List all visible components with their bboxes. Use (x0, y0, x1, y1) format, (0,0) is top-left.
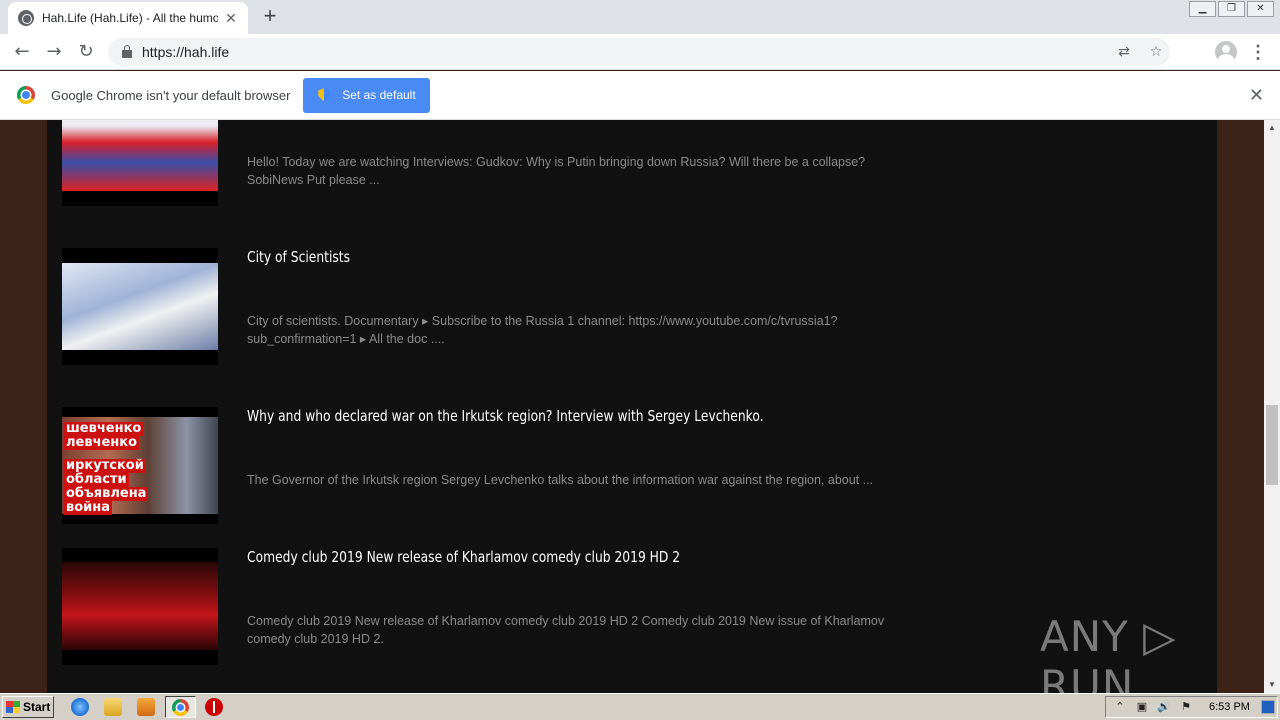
taskbar-clock[interactable]: 6:53 PM (1209, 701, 1250, 713)
scroll-thumb[interactable] (1266, 405, 1278, 485)
video-thumbnail[interactable] (62, 120, 218, 206)
default-browser-infobar: Google Chrome isn't your default browser… (0, 71, 1280, 120)
volume-icon[interactable]: 🔊 (1156, 699, 1172, 715)
uac-shield-icon (318, 88, 331, 102)
thumbnail-caption: объявлена (64, 486, 149, 501)
thumbnail-caption: иркутской (64, 458, 146, 473)
thumbnail-caption: война (64, 500, 113, 515)
bookmark-star-icon[interactable]: ☆ (1146, 42, 1166, 62)
thumbnail-caption: левченко (64, 435, 140, 450)
video-description: Hello! Today we are watching Interviews:… (247, 155, 866, 187)
stop-icon[interactable] (205, 698, 223, 716)
infobar-close-icon[interactable]: ✕ (1249, 85, 1264, 106)
translate-icon[interactable]: ⇄ (1114, 42, 1134, 62)
file-explorer-icon[interactable] (104, 698, 122, 716)
profile-avatar-icon[interactable] (1215, 41, 1237, 63)
globe-icon (18, 10, 34, 26)
web-page: Hello! Today we are watching Interviews:… (0, 120, 1264, 693)
minimize-button[interactable]: ▁ (1189, 1, 1216, 17)
media-player-icon[interactable] (137, 698, 155, 716)
browser-tab[interactable]: Hah.Life (Hah.Life) - All the humor in ✕ (8, 2, 248, 34)
thumbnail-image: шевченко левченко иркутской области объя… (62, 417, 218, 515)
back-button[interactable]: ← (10, 40, 34, 64)
windows-taskbar: Start ⌃ ▣ 🔊 ⚑ 6:53 PM (0, 693, 1280, 720)
address-bar[interactable]: https://hah.life ⇄ ☆ (108, 38, 1170, 66)
set-as-default-button[interactable]: Set as default (303, 77, 431, 113)
set-as-default-label: Set as default (342, 88, 416, 102)
video-thumbnail[interactable] (62, 548, 218, 665)
windows-logo-icon (6, 701, 20, 713)
forward-button[interactable]: → (42, 40, 66, 64)
tab-close-icon[interactable]: ✕ (224, 10, 238, 27)
show-hidden-icons-icon[interactable]: ⌃ (1112, 699, 1128, 715)
window-close-button[interactable]: ✕ (1247, 1, 1274, 17)
thumbnail-image (62, 562, 218, 650)
window-controls: ▁ ❐ ✕ (1187, 1, 1274, 17)
video-title[interactable]: City of Scientists (247, 248, 350, 266)
video-description: Comedy club 2019 New release of Kharlamo… (247, 614, 885, 646)
video-description: City of scientists. Documentary ▸ Subscr… (247, 314, 838, 346)
video-thumbnail[interactable]: шевченко левченко иркутской области объя… (62, 407, 218, 524)
restore-button[interactable]: ❐ (1218, 1, 1245, 17)
new-tab-button[interactable]: + (258, 5, 282, 29)
tab-strip: Hah.Life (Hah.Life) - All the humor in ✕… (0, 0, 1280, 34)
video-title[interactable]: Why and who declared war on the Irkutsk … (247, 407, 764, 425)
scroll-up-icon[interactable]: ▲ (1264, 120, 1280, 136)
thumbnail-image (62, 263, 218, 350)
browser-toolbar: ← → ↻ https://hah.life ⇄ ☆ ⋮ (0, 34, 1280, 70)
reload-button[interactable]: ↻ (74, 40, 98, 64)
url-text[interactable]: https://hah.life (142, 44, 229, 60)
thumbnail-caption: области (64, 472, 129, 487)
system-tray: ⌃ ▣ 🔊 ⚑ 6:53 PM (1105, 696, 1278, 718)
action-center-flag-icon[interactable]: ⚑ (1178, 699, 1194, 715)
internet-explorer-icon[interactable] (71, 698, 89, 716)
show-desktop-icon[interactable] (1261, 700, 1275, 714)
network-icon[interactable]: ▣ (1134, 699, 1150, 715)
thumbnail-image (62, 120, 218, 191)
content-column: Hello! Today we are watching Interviews:… (47, 120, 1217, 693)
taskbar-chrome-button[interactable] (165, 696, 196, 718)
page-scrollbar[interactable]: ▲ ▼ (1264, 120, 1280, 693)
tab-title: Hah.Life (Hah.Life) - All the humor in (42, 11, 218, 25)
infobar-message: Google Chrome isn't your default browser (51, 87, 291, 103)
lock-icon (122, 45, 132, 58)
scroll-down-icon[interactable]: ▼ (1264, 677, 1280, 693)
chrome-icon (172, 699, 189, 716)
chrome-menu-icon[interactable]: ⋮ (1248, 40, 1268, 64)
video-description: The Governor of the Irkutsk region Serge… (247, 473, 874, 487)
start-button[interactable]: Start (2, 696, 54, 718)
chrome-logo-icon (17, 86, 35, 104)
thumbnail-caption: шевченко (64, 421, 144, 436)
start-label: Start (23, 700, 51, 714)
video-title[interactable]: Comedy club 2019 New release of Kharlamo… (247, 548, 680, 566)
video-thumbnail[interactable] (62, 248, 218, 365)
